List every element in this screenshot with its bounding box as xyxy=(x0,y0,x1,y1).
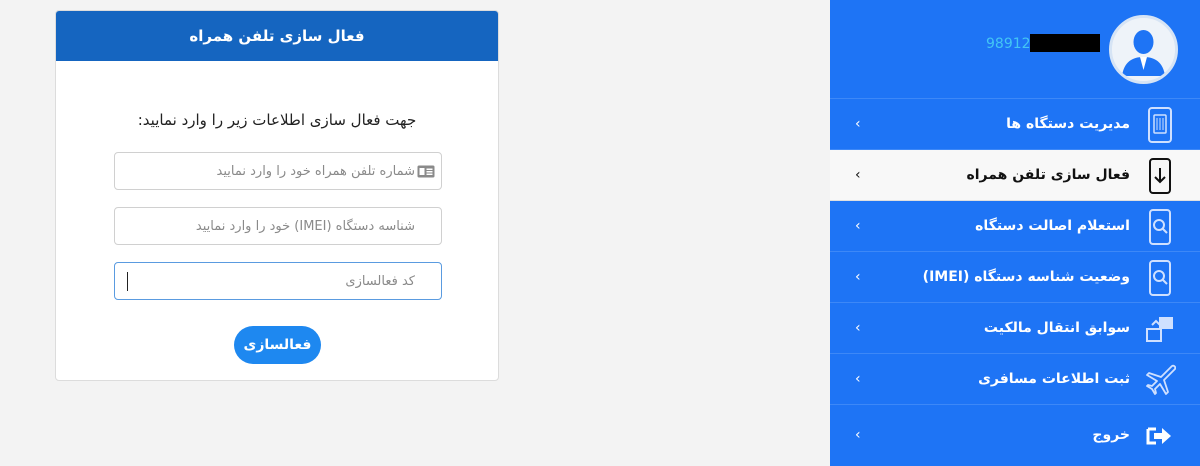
sidebar-item-label: فعال سازی تلفن همراه xyxy=(966,167,1130,183)
card-title: فعال سازی تلفن همراه xyxy=(56,11,498,61)
phone-number-field[interactable]: شماره تلفن همراه خود را وارد نمایید xyxy=(114,152,442,190)
sidebar: 98912 مدیریت دستگاه ها ‹ فعال سازی تلفن … xyxy=(830,0,1200,466)
sidebar-item-imei-status[interactable]: وضعیت شناسه دستگاه (IMEI) ‹ xyxy=(830,252,1200,303)
chevron-left-icon: ‹ xyxy=(855,320,861,336)
chevron-left-icon: ‹ xyxy=(855,116,861,132)
sidebar-item-label: سوابق انتقال مالکیت xyxy=(983,320,1130,336)
sidebar-item-authenticity-inquiry[interactable]: استعلام اصالت دستگاه ‹ xyxy=(830,201,1200,252)
redacted-block xyxy=(1030,34,1100,52)
activate-button[interactable]: فعالسازی xyxy=(234,326,321,364)
user-avatar-icon xyxy=(1112,18,1175,81)
profile-header: 98912 xyxy=(830,0,1200,99)
sidebar-item-device-management[interactable]: مدیریت دستگاه ها ‹ xyxy=(830,99,1200,150)
sidebar-item-label: ثبت اطلاعات مسافری xyxy=(978,371,1130,387)
chevron-left-icon: ‹ xyxy=(855,218,861,234)
phone-number-placeholder: شماره تلفن همراه خود را وارد نمایید xyxy=(216,163,415,179)
sidebar-item-traveler-info[interactable]: ثبت اطلاعات مسافری ‹ xyxy=(830,354,1200,405)
sidebar-item-mobile-activation[interactable]: فعال سازی تلفن همراه ‹ xyxy=(830,150,1200,201)
activation-card: فعال سازی تلفن همراه جهت فعال سازی اطلاع… xyxy=(55,10,499,381)
user-phone-number: 98912 xyxy=(986,36,1031,52)
phone-search-icon xyxy=(1149,260,1171,296)
phone-search-icon xyxy=(1149,209,1171,245)
chevron-left-icon: ‹ xyxy=(855,269,861,285)
instruction-text: جهت فعال سازی اطلاعات زیر را وارد نمایید… xyxy=(137,111,417,129)
text-caret xyxy=(127,272,128,291)
airplane-icon xyxy=(1146,364,1176,395)
sidebar-item-label: مدیریت دستگاه ها xyxy=(1006,116,1130,132)
chevron-left-icon: ‹ xyxy=(855,167,861,183)
imei-placeholder: شناسه دستگاه (IMEI) خود را وارد نمایید xyxy=(195,218,415,234)
chevron-left-icon: ‹ xyxy=(855,427,861,443)
transfer-icon xyxy=(1146,317,1173,342)
activation-code-field[interactable]: کد فعالسازی xyxy=(114,262,442,300)
sidebar-item-label: خروج xyxy=(1092,427,1130,443)
id-card-icon xyxy=(417,165,435,177)
phone-download-icon xyxy=(1149,158,1171,194)
sidebar-item-logout[interactable]: خروج ‹ xyxy=(830,405,1200,465)
phone-sim-icon xyxy=(1148,107,1172,143)
chevron-left-icon: ‹ xyxy=(855,371,861,387)
activation-code-placeholder: کد فعالسازی xyxy=(345,273,415,289)
sidebar-item-label: وضعیت شناسه دستگاه (IMEI) xyxy=(922,269,1130,285)
sidebar-item-label: استعلام اصالت دستگاه xyxy=(975,218,1130,234)
avatar[interactable] xyxy=(1109,15,1178,84)
logout-icon xyxy=(1146,427,1171,445)
sidebar-item-ownership-history[interactable]: سوابق انتقال مالکیت ‹ xyxy=(830,303,1200,354)
imei-field[interactable]: شناسه دستگاه (IMEI) خود را وارد نمایید xyxy=(114,207,442,245)
